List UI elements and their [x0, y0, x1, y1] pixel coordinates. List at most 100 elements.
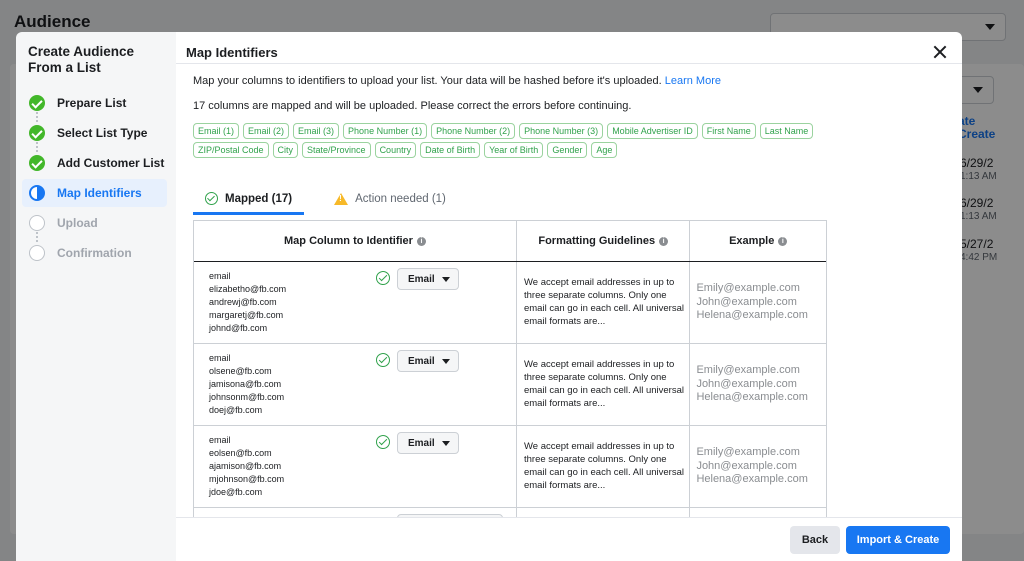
step-add-customer-list[interactable]: Add Customer List	[22, 149, 167, 177]
identifier-dropdown[interactable]: Email	[397, 432, 459, 454]
step-select-list-type[interactable]: Select List Type	[22, 119, 167, 147]
identifier-chip: First Name	[701, 123, 756, 139]
identifier-chip: City	[272, 142, 299, 158]
sample-value: johnsonm@fb.com	[209, 392, 285, 402]
dropdown-value: Email	[408, 437, 435, 449]
tab-label: Action needed (1)	[355, 192, 446, 205]
chevron-down-icon	[442, 277, 450, 282]
intro-body: Map your columns to identifiers to uploa…	[193, 75, 662, 87]
empty-circle-icon	[29, 245, 45, 261]
example-value: John@example.com	[696, 295, 797, 308]
example-value: Emily@example.com	[696, 446, 800, 458]
sample-value: email	[209, 353, 231, 363]
sample-value: ajamison@fb.com	[209, 461, 282, 471]
header-label: Formatting Guidelines	[538, 235, 656, 247]
tab-mapped[interactable]: Mapped (17)	[193, 182, 305, 215]
sample-value: jamisona@fb.com	[209, 379, 282, 389]
step-label: Add Customer List	[57, 156, 165, 170]
learn-more-link[interactable]: Learn More	[665, 75, 721, 87]
table-row: email eolsen@fb.com ajamison@fb.com mjoh…	[194, 426, 826, 508]
step-upload: Upload	[22, 209, 167, 237]
chevron-down-icon	[442, 359, 450, 364]
check-circle-icon	[29, 125, 45, 141]
back-button[interactable]: Back	[790, 526, 840, 554]
warning-icon	[334, 192, 349, 205]
example-value: Emily@example.com	[696, 364, 800, 376]
sample-value: email	[209, 435, 231, 445]
sample-value: email	[209, 271, 231, 281]
step-map-identifiers[interactable]: Map Identifiers	[22, 179, 167, 207]
identifier-chip: State/Province	[302, 142, 371, 158]
identifier-chip: Email (2)	[243, 123, 290, 139]
divider	[176, 63, 962, 64]
column-samples: email elizabetho@fb.com andrewj@fb.com m…	[209, 270, 286, 335]
check-circle-icon	[29, 95, 45, 111]
column-cell: email eolsen@fb.com ajamison@fb.com mjoh…	[194, 426, 517, 507]
sample-value: elizabetho@fb.com	[209, 284, 287, 294]
example-list: Emily@example.com John@example.com Helen…	[696, 282, 807, 323]
example-value: John@example.com	[696, 377, 797, 390]
example-cell: Emily@example.com John@example.com Helen…	[690, 262, 826, 343]
column-header-guidelines: Formatting Guidelines i	[517, 221, 691, 261]
step-label: Map Identifiers	[57, 186, 142, 200]
check-circle-icon	[376, 353, 390, 367]
identifier-chip: Gender	[547, 142, 588, 158]
example-cell: Emily@example.com John@example.com Helen…	[690, 344, 826, 425]
step-label: Upload	[57, 216, 98, 230]
info-icon[interactable]: i	[416, 236, 426, 246]
check-circle-icon	[29, 155, 45, 171]
sample-value: mjohnson@fb.com	[209, 474, 285, 484]
tab-action-needed[interactable]: Action needed (1)	[322, 182, 458, 215]
sample-value: andrewj@fb.com	[209, 297, 277, 307]
chevron-down-icon	[442, 441, 450, 446]
table-row: email olsene@fb.com jamisona@fb.com john…	[194, 344, 826, 426]
guideline-text: We accept email addresses in up to three…	[523, 277, 684, 327]
sample-value: olsene@fb.com	[209, 366, 272, 376]
identifier-chip: Last Name	[759, 123, 814, 139]
wizard-sidebar: Create Audience From a List Prepare List…	[16, 32, 176, 561]
identifier-chip: Country	[374, 142, 417, 158]
sample-value: eolsen@fb.com	[209, 448, 272, 458]
step-prepare-list[interactable]: Prepare List	[22, 89, 167, 117]
mapping-table: Map Column to Identifier i Formatting Gui…	[193, 220, 827, 520]
identifier-dropdown[interactable]: Email	[397, 350, 459, 372]
map-identifiers-dialog: Map Identifiers Map your columns to iden…	[176, 32, 962, 561]
step-confirmation: Confirmation	[22, 239, 167, 267]
check-circle-icon	[376, 271, 390, 285]
identifier-chip: Phone Number (2)	[431, 123, 516, 139]
example-value: Emily@example.com	[696, 282, 800, 294]
column-cell: email olsene@fb.com jamisona@fb.com john…	[194, 344, 517, 425]
sample-value: johnd@fb.com	[209, 323, 268, 333]
guideline-cell: We accept email addresses in up to three…	[517, 262, 691, 343]
tab-label: Mapped (17)	[225, 192, 293, 205]
dialog-footer: Back Import & Create	[176, 517, 962, 561]
column-samples: email olsene@fb.com jamisona@fb.com john…	[209, 352, 284, 417]
step-label: Confirmation	[57, 246, 132, 260]
identifier-chips-row1: Email (1) Email (2) Email (3) Phone Number …	[193, 123, 833, 139]
example-value: Helena@example.com	[696, 309, 808, 321]
info-icon[interactable]: i	[778, 236, 788, 246]
guideline-cell: We accept email addresses in up to three…	[517, 344, 691, 425]
column-samples: email eolsen@fb.com ajamison@fb.com mjoh…	[209, 434, 284, 499]
dialog-title: Map Identifiers	[186, 45, 278, 60]
wizard-title: Create Audience From a List	[28, 44, 135, 75]
column-header-map: Map Column to Identifier i	[194, 221, 517, 261]
sample-value: jdoe@fb.com	[209, 487, 263, 497]
identifier-chip: Year of Birth	[484, 142, 544, 158]
empty-circle-icon	[29, 215, 45, 231]
import-create-button[interactable]: Import & Create	[846, 526, 950, 554]
example-value: John@example.com	[696, 459, 797, 472]
identifier-chips-row2: ZIP/Postal Code City State/Province Country…	[193, 142, 618, 158]
half-circle-icon	[29, 185, 45, 201]
header-label: Map Column to Identifier	[284, 235, 413, 247]
identifier-chip: Mobile Advertiser ID	[607, 123, 698, 139]
check-circle-icon	[205, 192, 218, 205]
example-value: Helena@example.com	[696, 473, 808, 485]
table-row: email elizabetho@fb.com andrewj@fb.com m…	[194, 262, 826, 344]
check-circle-icon	[376, 435, 390, 449]
close-icon[interactable]	[932, 44, 948, 60]
info-icon[interactable]: i	[659, 236, 669, 246]
identifier-dropdown[interactable]: Email	[397, 268, 459, 290]
table-header: Map Column to Identifier i Formatting Gui…	[194, 221, 826, 262]
identifier-chip: Date of Birth	[420, 142, 481, 158]
